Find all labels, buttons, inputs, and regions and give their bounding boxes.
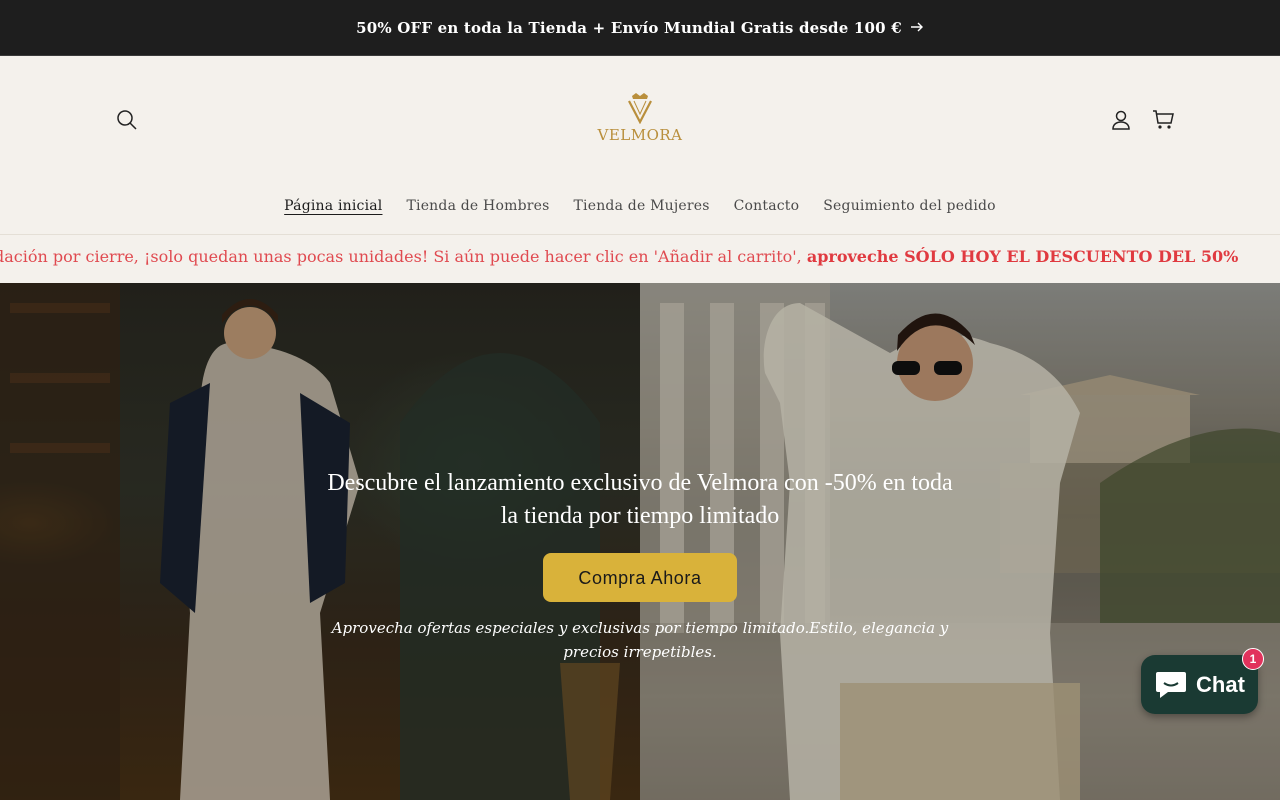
promo-marquee: dación por cierre, ¡solo quedan unas poc… [0, 235, 1280, 283]
arrow-right-icon [910, 18, 924, 37]
chat-notification-badge: 1 [1242, 648, 1264, 670]
user-icon[interactable] [1107, 106, 1135, 134]
announcement-text: 50% OFF en toda la Tienda + Envío Mundia… [356, 18, 902, 37]
main-nav: Página inicial Tienda de Hombres Tienda … [0, 198, 1280, 214]
nav-item-home[interactable]: Página inicial [284, 198, 382, 214]
hero-content: Descubre el lanzamiento exclusivo de Vel… [310, 467, 970, 664]
chat-button[interactable]: Chat [1141, 655, 1258, 714]
marquee-text: dación por cierre, ¡solo quedan unas poc… [0, 247, 807, 266]
announcement-bar[interactable]: 50% OFF en toda la Tienda + Envío Mundia… [0, 0, 1280, 56]
marquee-content: dación por cierre, ¡solo quedan unas poc… [0, 247, 1238, 266]
velmora-logo[interactable]: VELMORA [590, 90, 690, 144]
hero-subtitle: Aprovecha ofertas especiales y exclusiva… [331, 619, 949, 661]
nav-item-men-shop[interactable]: Tienda de Hombres [406, 198, 549, 214]
nav-item-women-shop[interactable]: Tienda de Mujeres [574, 198, 710, 214]
nav-item-order-tracking[interactable]: Seguimiento del pedido [823, 198, 996, 214]
logo-text: VELMORA [597, 126, 683, 144]
chat-label: Chat [1196, 671, 1245, 697]
hero-banner: Descubre el lanzamiento exclusivo de Vel… [0, 283, 1280, 800]
cart-icon[interactable] [1150, 106, 1178, 134]
marquee-bold-text: aproveche SÓLO HOY EL DESCUENTO DEL 50% [806, 247, 1239, 266]
nav-item-contact[interactable]: Contacto [734, 198, 800, 214]
hero-title: Descubre el lanzamiento exclusivo de Vel… [327, 470, 953, 529]
site-header: VELMORA Página inicial Tienda de Hombres… [0, 56, 1280, 236]
crown-v-icon [628, 93, 652, 124]
shop-now-button[interactable]: Compra Ahora [543, 553, 737, 602]
chat-bubble-icon [1156, 671, 1187, 698]
search-icon[interactable] [113, 106, 141, 134]
